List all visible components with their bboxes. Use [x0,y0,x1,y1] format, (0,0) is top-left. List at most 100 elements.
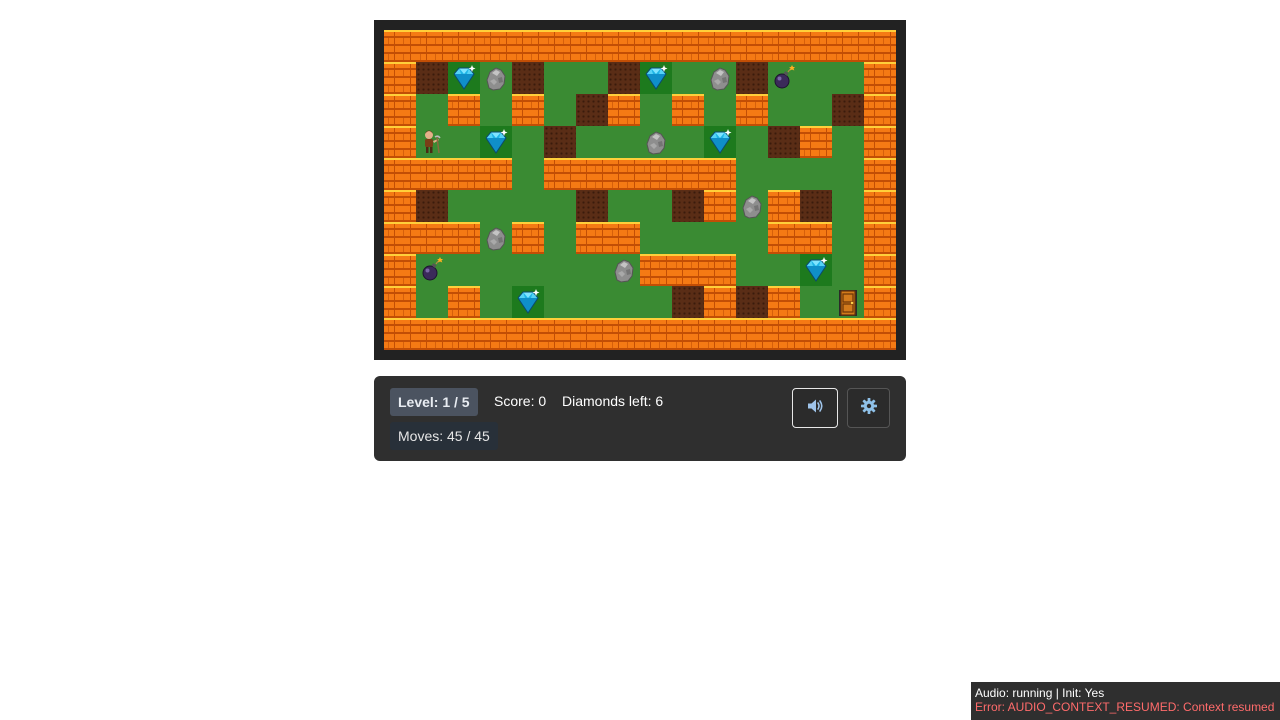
tile-grass [800,286,832,318]
tile-grass [544,62,576,94]
tile-brick-wall [384,158,416,190]
tile-grass [736,158,768,190]
tile-diamond [704,126,736,158]
tile-grass [480,190,512,222]
tile-grass [640,94,672,126]
tile-grass [480,254,512,286]
tile-brick-wall [544,158,576,190]
tile-grass [640,222,672,254]
tile-grass [736,254,768,286]
tile-brick-wall [736,94,768,126]
hud-panel: Level: 1 / 5 Score: 0 Diamonds left: 6 M… [374,376,906,461]
tile-brick-wall [864,62,896,94]
tile-grass [608,286,640,318]
tile-brick-wall [480,318,512,350]
audio-status-text: Audio: running | Init: Yes [975,686,1105,700]
tile-grass [416,94,448,126]
tile-brick-wall [448,318,480,350]
tile-grass [576,62,608,94]
tile-grass [832,126,864,158]
tile-dirt [544,126,576,158]
tile-brick-wall [384,62,416,94]
tile-brick-wall [608,222,640,254]
tile-brick-wall [448,222,480,254]
tile-grass [704,94,736,126]
tile-grass [736,126,768,158]
tile-grass [832,62,864,94]
tile-grass [608,126,640,158]
tile-grass [736,222,768,254]
tile-boulder [480,222,512,254]
tile-grass [448,126,480,158]
tile-grass [640,190,672,222]
tile-brick-wall [672,30,704,62]
tile-grass [800,62,832,94]
tile-brick-wall [576,158,608,190]
tile-grass [512,158,544,190]
tile-brick-wall [544,30,576,62]
tile-boulder [736,190,768,222]
audio-debug-overlay: Audio: running | Init: Yes Error: AUDIO_… [971,682,1280,720]
tile-brick-wall [672,158,704,190]
tile-brick-wall [608,94,640,126]
tile-brick-wall [864,222,896,254]
tile-brick-wall [608,158,640,190]
tile-brick-wall [640,318,672,350]
tile-grass [832,254,864,286]
tile-diamond [512,286,544,318]
tile-brick-wall [480,158,512,190]
diamonds-left-display: Diamonds left: 6 [562,393,664,409]
tile-grass [512,254,544,286]
level-indicator: Level: 1 / 5 [390,388,478,416]
tile-brick-wall [512,30,544,62]
tile-brick-wall [672,254,704,286]
tile-grass [576,286,608,318]
tile-brick-wall [864,286,896,318]
tile-grass [768,158,800,190]
tile-brick-wall [704,318,736,350]
tile-boulder [608,254,640,286]
tile-brick-wall [608,30,640,62]
tile-brick-wall [768,286,800,318]
tile-grass [672,126,704,158]
tile-brick-wall [512,94,544,126]
tile-grass [768,254,800,286]
settings-button[interactable] [847,388,890,428]
moves-counter: Moves: 45 / 45 [390,422,498,450]
tile-grass [544,286,576,318]
sound-toggle-button[interactable] [792,388,838,428]
game-board[interactable] [384,30,896,350]
tile-brick-wall [864,126,896,158]
tile-dirt [416,190,448,222]
tile-boulder [704,62,736,94]
tile-diamond [480,126,512,158]
tile-dirt [800,190,832,222]
tile-brick-wall [448,158,480,190]
tile-brick-wall [416,222,448,254]
tile-brick-wall [672,318,704,350]
tile-brick-wall [800,318,832,350]
tile-bomb [416,254,448,286]
score-display: Score: 0 [494,393,547,409]
tile-brick-wall [512,222,544,254]
tile-grass [544,254,576,286]
tile-grass [512,190,544,222]
tile-dirt [576,94,608,126]
tile-brick-wall [864,158,896,190]
tile-brick-wall [384,190,416,222]
tile-brick-wall [384,126,416,158]
tile-grass [576,254,608,286]
tile-grass [480,286,512,318]
tile-grass [544,94,576,126]
tile-brick-wall [704,190,736,222]
tile-brick-wall [576,30,608,62]
tile-brick-wall [384,286,416,318]
tile-dirt [736,62,768,94]
tile-brick-wall [448,286,480,318]
tile-dirt [672,190,704,222]
tile-brick-wall [800,222,832,254]
tile-grass [608,190,640,222]
tile-brick-wall [800,126,832,158]
tile-grass [416,286,448,318]
tile-brick-wall [512,318,544,350]
